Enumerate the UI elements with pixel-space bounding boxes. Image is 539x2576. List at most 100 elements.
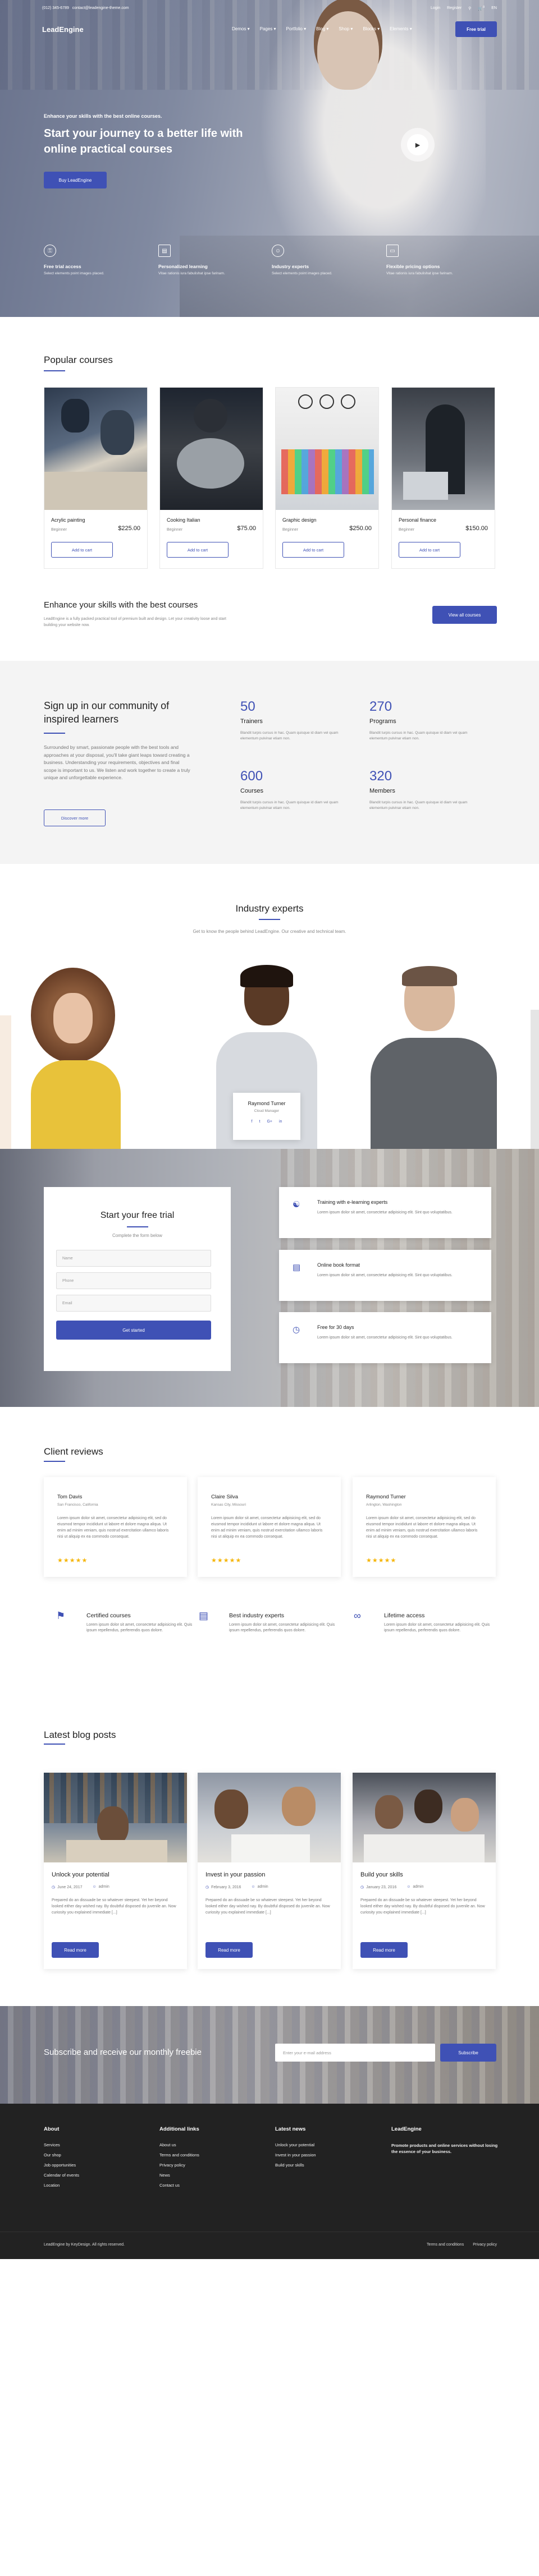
reviewer-location: Arlington, Washington — [366, 1503, 402, 1507]
monitor-icon: ▭ — [386, 245, 399, 257]
stat-number: 270 — [369, 699, 392, 714]
title-underline — [44, 733, 65, 734]
login-link[interactable]: Login — [431, 6, 440, 10]
experts-subtitle: Get to know the people behind LeadEngine… — [193, 929, 346, 934]
nav-item-portfolio[interactable]: Portfolio ▾ — [286, 26, 307, 31]
nav-item-elements[interactable]: Elements ▾ — [390, 26, 412, 31]
discover-more-button[interactable]: Discover more — [44, 809, 106, 826]
footer-link[interactable]: Unlock your potential — [275, 2142, 382, 2147]
stat-item: 50 Trainers Blandit turpis cursus in hac… — [240, 699, 347, 742]
cart-count: 0 — [483, 6, 485, 9]
add-to-cart-button[interactable]: Add to cart — [51, 542, 113, 558]
buy-button[interactable]: Buy LeadEngine — [44, 172, 107, 188]
stats-desc: Surrounded by smart, passionate people w… — [44, 744, 190, 780]
course-card[interactable]: Acrylic painting Beginner $225.00 Add to… — [44, 387, 148, 569]
stat-number: 50 — [240, 699, 255, 714]
subscribe-email-input[interactable]: Enter your e-mail address — [275, 2044, 435, 2062]
stat-number: 320 — [369, 769, 392, 784]
read-more-button[interactable]: Read more — [52, 1942, 99, 1958]
language-select[interactable]: EN — [491, 6, 497, 10]
top-bar: (012) 345-6789 contact@leadengine-theme.… — [0, 0, 539, 17]
email-text[interactable]: contact@leadengine-theme.com — [72, 6, 129, 10]
read-more-button[interactable]: Read more — [360, 1942, 408, 1958]
hero-feature: ⚿ Free trial access Select elements poin… — [44, 245, 150, 275]
search-icon[interactable]: ⚲ — [468, 6, 471, 11]
nav-item-demos[interactable]: Demos ▾ — [232, 26, 250, 31]
title-underline — [44, 370, 65, 371]
nav-item-shop[interactable]: Shop ▾ — [339, 26, 353, 31]
phone-field[interactable]: Phone — [56, 1272, 211, 1289]
nav-item-pages[interactable]: Pages ▾ — [260, 26, 276, 31]
review-card: Raymond Turner Arlington, Washington Lor… — [353, 1477, 496, 1577]
get-started-button[interactable]: Get started — [56, 1321, 211, 1340]
free-trial-button[interactable]: Free trial — [455, 21, 497, 37]
blog-image[interactable] — [44, 1773, 187, 1862]
course-price: $150.00 — [465, 525, 488, 532]
course-card[interactable]: Graphic design Beginner $250.00 Add to c… — [275, 387, 379, 569]
terms-link[interactable]: Terms and conditions — [427, 2243, 464, 2247]
user-icon: ☺ — [272, 245, 284, 257]
googleplus-icon[interactable]: G+ — [267, 1120, 272, 1124]
footer-link[interactable]: Calendar of events — [44, 2173, 150, 2178]
add-to-cart-button[interactable]: Add to cart — [399, 542, 460, 558]
footer-link[interactable]: Build your skills — [275, 2163, 382, 2168]
feature-title: Personalized learning — [158, 264, 208, 269]
footer-link[interactable]: News — [159, 2173, 266, 2178]
course-name[interactable]: Cooking Italian — [167, 517, 200, 523]
blog-post-title[interactable]: Invest in your passion — [205, 1871, 265, 1878]
nav-item-blocks[interactable]: Blocks ▾ — [363, 26, 380, 31]
add-to-cart-button[interactable]: Add to cart — [282, 542, 344, 558]
video-play-button[interactable]: ▶ — [401, 128, 435, 162]
trial-feature-desc: Lorem ipsum dolor sit amet, consectetur … — [317, 1336, 453, 1340]
course-name[interactable]: Acrylic painting — [51, 517, 85, 523]
view-all-courses-button[interactable]: View all courses — [432, 606, 497, 624]
trial-feature-card: ▤ Online book format Lorem ipsum dolor s… — [279, 1250, 491, 1301]
subscribe-button[interactable]: Subscribe — [440, 2044, 496, 2062]
course-image — [276, 388, 378, 510]
linkedin-icon[interactable]: in — [279, 1120, 282, 1124]
reviewer-name: Raymond Turner — [366, 1494, 406, 1500]
footer-column: Additional links About us Terms and cond… — [159, 2126, 266, 2193]
blog-excerpt: Prepared do an dissuade be so whatever s… — [52, 1898, 176, 1915]
logo[interactable]: LeadEngine — [42, 25, 84, 34]
twitter-icon[interactable]: t — [259, 1120, 261, 1124]
blog-image[interactable] — [198, 1773, 341, 1862]
reviewer-location: San Francisco, California — [57, 1503, 98, 1507]
stat-desc: Blandit turpis cursus in hac. Quam quisq… — [369, 801, 468, 810]
footer-link[interactable]: Privacy policy — [159, 2163, 266, 2168]
nav-item-blog[interactable]: Blog ▾ — [316, 26, 328, 31]
footer-link[interactable]: Location — [44, 2183, 150, 2188]
blog-post-title[interactable]: Unlock your potential — [52, 1871, 109, 1878]
stat-label: Members — [369, 788, 395, 794]
reviewer-name: Tom Davis — [57, 1494, 83, 1500]
add-to-cart-button[interactable]: Add to cart — [167, 542, 229, 558]
privacy-link[interactable]: Privacy policy — [473, 2243, 497, 2247]
stat-number: 600 — [240, 769, 263, 784]
footer-link[interactable]: Invest in your passion — [275, 2152, 382, 2158]
name-field[interactable]: Name — [56, 1250, 211, 1267]
email-field[interactable]: Email — [56, 1295, 211, 1312]
course-name[interactable]: Graphic design — [282, 517, 317, 523]
title-underline — [44, 1461, 65, 1462]
footer-link[interactable]: Contact us — [159, 2183, 266, 2188]
course-card[interactable]: Cooking Italian Beginner $75.00 Add to c… — [159, 387, 263, 569]
course-image — [44, 388, 147, 510]
blog-image[interactable] — [353, 1773, 496, 1862]
cart-icon[interactable]: 🛒0 — [478, 6, 485, 11]
read-more-button[interactable]: Read more — [205, 1942, 253, 1958]
footer-link[interactable]: Terms and conditions — [159, 2152, 266, 2158]
blog-post-title[interactable]: Build your skills — [360, 1871, 403, 1878]
footer-link[interactable]: Job opportunities — [44, 2163, 150, 2168]
trial-feature-title: Free for 30 days — [317, 1324, 354, 1330]
course-name[interactable]: Personal finance — [399, 517, 436, 523]
review-text: Lorem ipsum dolor sit amet, consectetur … — [57, 1516, 169, 1539]
facebook-icon[interactable]: f — [252, 1120, 253, 1124]
footer-link[interactable]: Our shop — [44, 2152, 150, 2158]
register-link[interactable]: Register — [447, 6, 462, 10]
subscribe-title: Subscribe and receive our monthly freebi… — [44, 2048, 202, 2057]
trial-title: Start your free trial — [100, 1211, 175, 1220]
footer-column: About Services Our shop Job opportunitie… — [44, 2126, 150, 2193]
footer-link[interactable]: About us — [159, 2142, 266, 2147]
course-card[interactable]: Personal finance Beginner $150.00 Add to… — [391, 387, 495, 569]
footer-link[interactable]: Services — [44, 2142, 150, 2147]
